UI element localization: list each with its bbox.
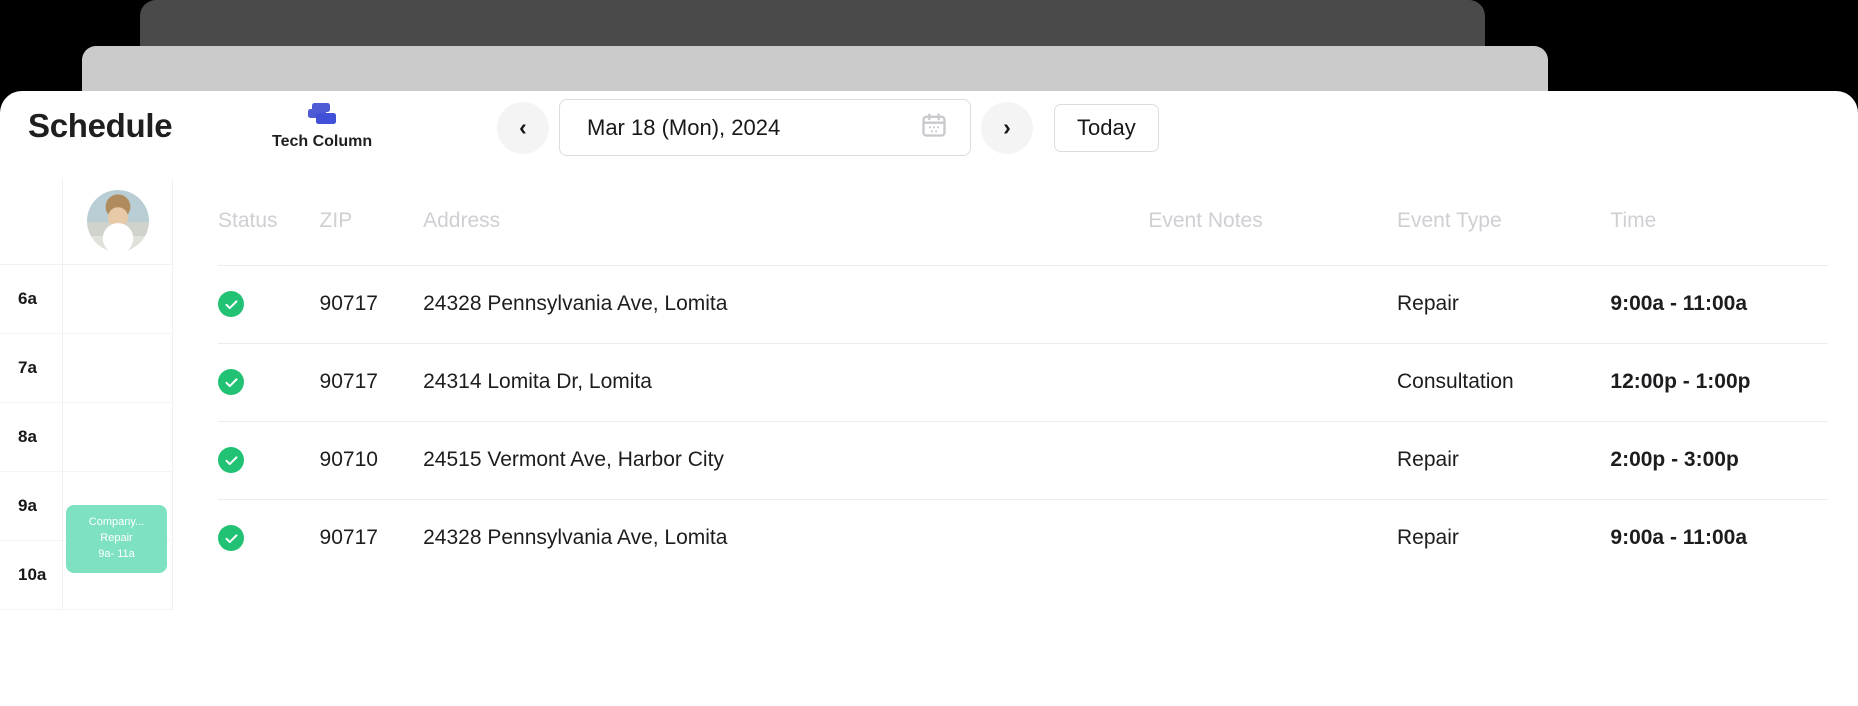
table-row[interactable]: 90717 24314 Lomita Dr, Lomita Consultation… — [218, 343, 1828, 421]
previous-day-button[interactable]: ‹ — [497, 101, 549, 154]
cell-address: 24314 Lomita Dr, Lomita — [423, 370, 652, 393]
column-header-event-notes: Event Notes — [1148, 209, 1263, 233]
check-circle-icon — [218, 291, 244, 317]
cell-event-notes — [1148, 421, 1397, 499]
cell-event-type: Repair — [1396, 448, 1459, 471]
date-picker-field[interactable]: Mar 18 (Mon), 2024 — [559, 99, 971, 156]
cell-time: 9:00a - 11:00a — [1610, 526, 1748, 550]
cell-time: 2:00p - 3:00p — [1610, 448, 1739, 471]
app-window: Schedule Tech Column ‹ Mar 18 (Mon), 202… — [0, 91, 1858, 706]
cell-address: 24328 Pennsylvania Ave, Lomita — [423, 292, 728, 315]
calendar-event-block[interactable]: Company... Repair 9a- 11a — [66, 505, 167, 573]
events-table-head: Status ZIP Address Event Notes Event Typ… — [218, 178, 1828, 265]
event-title: Company... — [88, 516, 145, 529]
events-table-body: 90717 24328 Pennsylvania Ave, Lomita Repai… — [218, 265, 1828, 577]
time-axis-header — [0, 178, 62, 265]
cell-event-notes — [1148, 499, 1397, 577]
cell-status[interactable] — [218, 499, 320, 577]
calendar-grid-slot[interactable] — [62, 265, 173, 334]
time-slot-label: 9a — [0, 472, 62, 541]
time-axis-column: 6a 7a 8a 9a 10a — [0, 178, 62, 706]
page-title: Schedule — [28, 107, 173, 144]
technician-column-header — [62, 178, 173, 265]
cell-time: 9:00a - 11:00a — [1610, 292, 1748, 315]
cell-event-notes — [1148, 343, 1397, 421]
cell-event-type: Repair — [1396, 526, 1459, 550]
column-header-time: Time — [1610, 209, 1657, 233]
chevron-right-icon: › — [1003, 114, 1011, 140]
time-slot-label: 8a — [0, 403, 62, 472]
column-header-status: Status — [218, 209, 278, 233]
cell-status[interactable] — [218, 421, 320, 499]
calendar-rail: 6a 7a 8a 9a 10a Company... Repair 9a- 11… — [0, 178, 186, 706]
chevron-left-icon: ‹ — [519, 114, 527, 140]
time-slot-label: 7a — [0, 334, 62, 403]
stacked-cards-icon — [307, 99, 337, 129]
table-row[interactable]: 90717 24328 Pennsylvania Ave, Lomita Repai… — [218, 265, 1828, 343]
browser-chrome-back-layer — [140, 0, 1485, 46]
calendar-grid-slot[interactable] — [62, 334, 173, 403]
event-type: Repair — [100, 532, 133, 545]
cell-zip: 90717 — [319, 370, 378, 393]
screenshot-stage: Schedule Tech Column ‹ Mar 18 (Mon), 202… — [0, 0, 1858, 706]
date-navigation: ‹ Mar 18 (Mon), 2024 › Today — [497, 99, 1159, 156]
tech-column-toggle[interactable]: Tech Column — [272, 99, 372, 151]
cell-address: 24515 Vermont Ave, Harbor City — [423, 448, 724, 471]
avatar[interactable] — [86, 190, 149, 252]
check-circle-icon — [218, 369, 244, 395]
column-header-event-type: Event Type — [1396, 209, 1502, 233]
cell-zip: 90710 — [319, 448, 378, 471]
column-header-address: Address — [423, 209, 501, 233]
cell-status[interactable] — [218, 343, 320, 421]
cell-zip: 90717 — [319, 526, 378, 550]
event-time: 9a- 11a — [98, 547, 135, 560]
events-table: Status ZIP Address Event Notes Event Typ… — [218, 178, 1828, 577]
toolbar: Schedule Tech Column ‹ Mar 18 (Mon), 202… — [0, 91, 1858, 178]
table-header-row: Status ZIP Address Event Notes Event Typ… — [218, 178, 1828, 265]
column-header-zip: ZIP — [319, 209, 353, 233]
cell-event-type: Consultation — [1396, 370, 1514, 393]
schedule-body: 6a 7a 8a 9a 10a Company... Repair 9a- 11… — [0, 178, 1858, 706]
browser-chrome-mid-layer — [82, 46, 1548, 91]
cell-status[interactable] — [218, 265, 320, 343]
cell-event-type: Repair — [1396, 292, 1459, 315]
cell-time: 12:00p - 1:00p — [1610, 370, 1751, 393]
table-row[interactable]: 90717 24328 Pennsylvania Ave, Lomita Repai… — [218, 499, 1828, 577]
next-day-button[interactable]: › — [981, 101, 1033, 154]
calendar-grid-slot[interactable] — [62, 403, 173, 472]
events-table-area: Status ZIP Address Event Notes Event Typ… — [186, 178, 1858, 706]
date-value: Mar 18 (Mon), 2024 — [587, 114, 781, 140]
calendar-icon[interactable] — [920, 111, 948, 144]
table-row[interactable]: 90710 24515 Vermont Ave, Harbor City Repai… — [218, 421, 1828, 499]
time-slot-label: 6a — [0, 265, 62, 334]
today-button[interactable]: Today — [1054, 103, 1159, 152]
tech-column-label: Tech Column — [272, 133, 373, 150]
technician-column: Company... Repair 9a- 11a — [62, 178, 173, 706]
check-circle-icon — [218, 447, 244, 473]
time-slot-label: 10a — [0, 541, 62, 610]
cell-address: 24328 Pennsylvania Ave, Lomita — [423, 526, 728, 550]
cell-zip: 90717 — [319, 292, 378, 315]
check-circle-icon — [218, 525, 244, 552]
cell-event-notes — [1148, 265, 1397, 343]
